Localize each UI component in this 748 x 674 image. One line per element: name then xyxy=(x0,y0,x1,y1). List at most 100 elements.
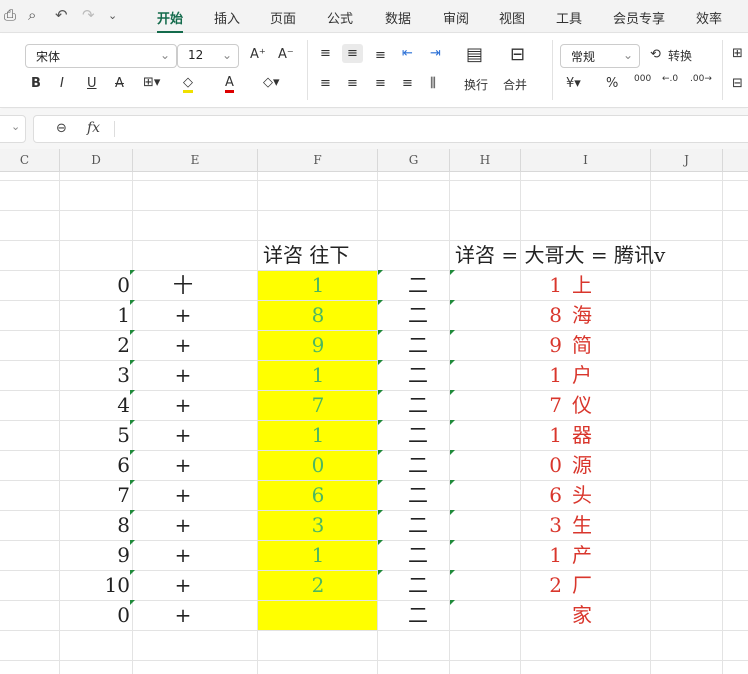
column-header[interactable]: D xyxy=(60,149,133,172)
tab-1[interactable]: 插入 xyxy=(214,8,240,27)
tab-9[interactable]: 效率 xyxy=(696,8,722,27)
wrap-text-button[interactable]: 换行 xyxy=(464,76,488,93)
column-header[interactable]: H xyxy=(450,149,521,172)
align-bottom-icon[interactable]: ≡ xyxy=(375,48,386,63)
error-indicator-icon[interactable] xyxy=(450,480,455,485)
error-indicator-icon[interactable] xyxy=(450,300,455,305)
redo-icon[interactable]: ↷ xyxy=(82,6,95,24)
error-indicator-icon[interactable] xyxy=(130,420,135,425)
tab-6[interactable]: 视图 xyxy=(499,8,525,27)
font-size-select[interactable]: 12 ⌄ xyxy=(177,44,239,68)
error-indicator-icon[interactable] xyxy=(378,360,383,365)
error-indicator-icon[interactable] xyxy=(450,270,455,275)
decrease-decimal-icon[interactable]: .00→ xyxy=(690,74,712,84)
increase-font-icon[interactable]: A⁺ xyxy=(250,47,266,62)
error-indicator-icon[interactable] xyxy=(450,540,455,545)
tab-8[interactable]: 会员专享 xyxy=(613,8,665,27)
bold-icon[interactable]: B xyxy=(31,76,41,91)
merge-button[interactable]: 合并 xyxy=(503,76,527,93)
print-preview-icon[interactable]: ⌕ xyxy=(28,6,36,24)
wrap-icon[interactable]: ▤ xyxy=(466,44,483,65)
fx-button[interactable]: fx xyxy=(87,120,100,136)
align-right-icon[interactable]: ≡ xyxy=(375,76,386,91)
error-indicator-icon[interactable] xyxy=(130,300,135,305)
tab-5[interactable]: 审阅 xyxy=(443,8,469,27)
error-indicator-icon[interactable] xyxy=(450,360,455,365)
column-header[interactable]: I xyxy=(521,149,651,172)
currency-icon[interactable]: ¥▾ xyxy=(566,76,581,91)
error-indicator-icon[interactable] xyxy=(378,330,383,335)
merge-icon[interactable]: ⊟ xyxy=(510,44,525,65)
error-indicator-icon[interactable] xyxy=(450,420,455,425)
error-indicator-icon[interactable] xyxy=(378,390,383,395)
error-indicator-icon[interactable] xyxy=(378,420,383,425)
error-indicator-icon[interactable] xyxy=(130,360,135,365)
error-indicator-icon[interactable] xyxy=(378,300,383,305)
error-indicator-icon[interactable] xyxy=(130,330,135,335)
tab-4[interactable]: 数据 xyxy=(385,8,411,27)
fill-color-icon[interactable]: ◇ xyxy=(183,75,193,93)
increase-decimal-icon[interactable]: ←.0 xyxy=(662,74,678,84)
error-indicator-icon[interactable] xyxy=(130,270,135,275)
error-indicator-icon[interactable] xyxy=(450,510,455,515)
align-middle-icon[interactable]: ≡ xyxy=(342,44,363,63)
error-indicator-icon[interactable] xyxy=(130,510,135,515)
decrease-indent-icon[interactable]: ⇤ xyxy=(402,46,413,61)
decrease-font-icon[interactable]: A⁻ xyxy=(278,47,294,62)
font-color-icon[interactable]: A xyxy=(225,75,234,93)
zoom-icon[interactable]: ⊖ xyxy=(56,121,67,136)
error-indicator-icon[interactable] xyxy=(450,570,455,575)
italic-icon[interactable]: I xyxy=(60,76,64,91)
error-indicator-icon[interactable] xyxy=(450,450,455,455)
error-indicator-icon[interactable] xyxy=(378,270,383,275)
chevron-down-icon[interactable]: ⌄ xyxy=(108,9,117,22)
font-name-select[interactable]: 宋体 ⌄ xyxy=(25,44,177,68)
column-header[interactable]: J xyxy=(651,149,723,172)
undo-icon[interactable]: ↶ xyxy=(55,6,68,24)
eraser-icon[interactable]: ◇▾ xyxy=(263,75,280,90)
number-format-select[interactable]: 常规 ⌄ xyxy=(560,44,640,68)
column-header[interactable]: G xyxy=(378,149,450,172)
conditional-format-icon[interactable]: ⊞ xyxy=(732,46,743,61)
print-icon[interactable]: ⎙ xyxy=(4,6,16,24)
increase-indent-icon[interactable]: ⇥ xyxy=(430,46,441,61)
column-header[interactable]: C xyxy=(0,149,60,172)
tab-0[interactable]: 开始 xyxy=(157,8,184,33)
error-indicator-icon[interactable] xyxy=(130,570,135,575)
error-indicator-icon[interactable] xyxy=(130,450,135,455)
tab-7[interactable]: 工具 xyxy=(556,8,582,27)
cell-i-char: 简 xyxy=(572,333,592,357)
align-left-icon[interactable]: ≡ xyxy=(320,76,331,91)
error-indicator-icon[interactable] xyxy=(450,390,455,395)
percent-icon[interactable]: % xyxy=(606,76,618,91)
convert-icon[interactable]: ⟲ xyxy=(650,47,661,62)
justify-icon[interactable]: ≡ xyxy=(402,76,413,91)
distributed-icon[interactable]: ⫼ xyxy=(430,76,436,91)
spreadsheet-grid[interactable]: C D E F G H I J 详咨 往下 详咨 = 大哥大 = 腾讯v 0 十 1 二 1 上 1 +8 二 8 海 2… xyxy=(0,149,748,674)
error-indicator-icon[interactable] xyxy=(378,570,383,575)
error-indicator-icon[interactable] xyxy=(378,540,383,545)
error-indicator-icon[interactable] xyxy=(378,450,383,455)
column-header[interactable]: F xyxy=(258,149,378,172)
error-indicator-icon[interactable] xyxy=(450,600,455,605)
column-header[interactable] xyxy=(723,149,748,172)
error-indicator-icon[interactable] xyxy=(130,540,135,545)
underline-icon[interactable]: U xyxy=(87,76,97,91)
align-top-icon[interactable]: ≡ xyxy=(320,46,331,61)
align-center-icon[interactable]: ≡ xyxy=(347,76,358,91)
error-indicator-icon[interactable] xyxy=(130,390,135,395)
error-indicator-icon[interactable] xyxy=(378,510,383,515)
name-box[interactable]: ⌄ xyxy=(0,115,26,143)
tab-3[interactable]: 公式 xyxy=(327,8,353,27)
tab-2[interactable]: 页面 xyxy=(270,8,296,27)
error-indicator-icon[interactable] xyxy=(450,330,455,335)
strikethrough-icon[interactable]: A xyxy=(115,76,124,91)
table-style-icon[interactable]: ⊟ xyxy=(732,76,743,91)
border-icon[interactable]: ⊞▾ xyxy=(143,75,160,90)
error-indicator-icon[interactable] xyxy=(130,480,135,485)
convert-button[interactable]: 转换 xyxy=(668,47,692,64)
error-indicator-icon[interactable] xyxy=(378,480,383,485)
thousands-icon[interactable]: 000 xyxy=(634,74,651,84)
column-header[interactable]: E xyxy=(133,149,258,172)
error-indicator-icon[interactable] xyxy=(130,600,135,605)
